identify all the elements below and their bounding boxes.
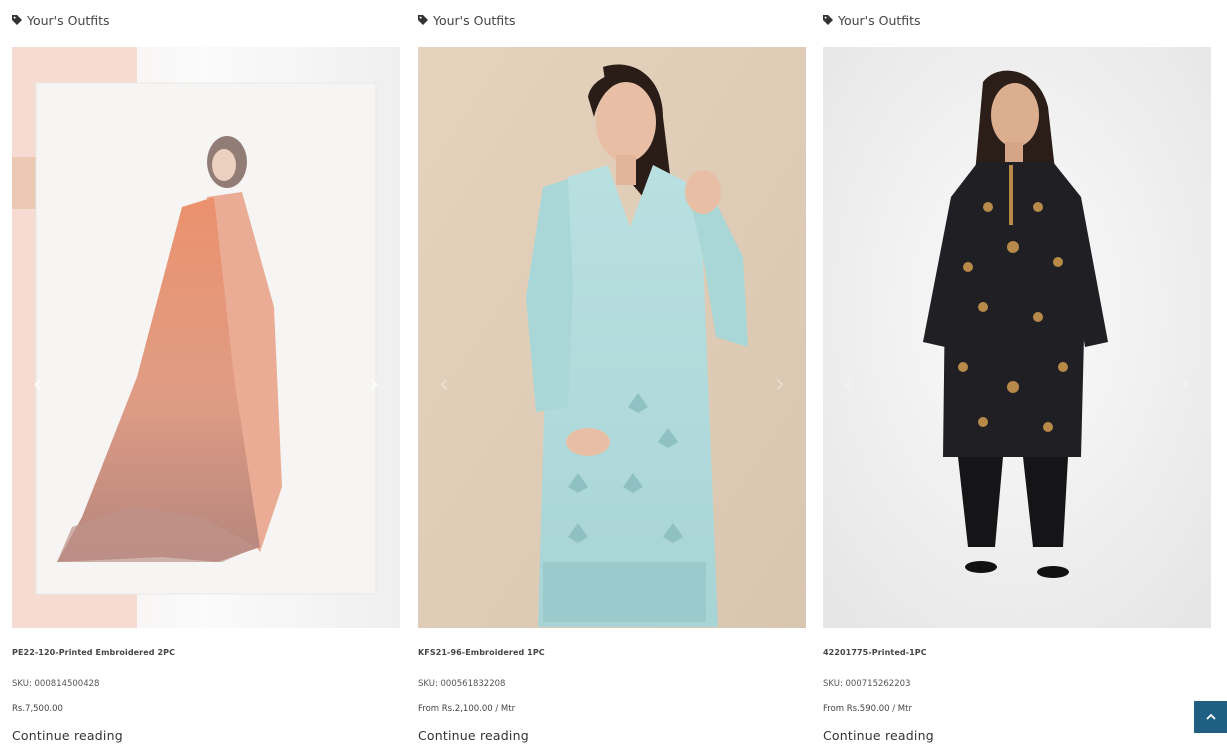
product-card: Your's Outfits <box>418 0 806 745</box>
tag-icon <box>823 15 833 25</box>
product-sku: SKU: 000561832208 <box>418 679 506 689</box>
category-label: Your's Outfits <box>433 12 516 28</box>
product-image <box>12 47 400 628</box>
chevron-left-icon[interactable]: ‹ <box>839 369 859 399</box>
product-sku: SKU: 000715262203 <box>823 679 911 689</box>
product-title[interactable]: 42201775-Printed-1PC <box>823 648 927 657</box>
product-title[interactable]: PE22-120-Printed Embroidered 2PC <box>12 648 175 657</box>
product-sku: SKU: 000814500428 <box>12 679 100 689</box>
continue-reading-link[interactable]: Continue reading <box>418 728 529 743</box>
chevron-up-icon <box>1205 713 1216 720</box>
product-card: Your's Outfits ‹ › PE22-120-Printed Embr… <box>12 0 400 745</box>
product-image <box>823 47 1211 628</box>
category-link[interactable]: Your's Outfits <box>823 11 921 29</box>
chevron-right-icon[interactable]: › <box>770 369 790 399</box>
product-image-carousel[interactable]: ‹ › <box>418 47 806 628</box>
product-image-carousel[interactable]: ‹ › <box>12 47 400 628</box>
product-price: From Rs.2,100.00 / Mtr <box>418 704 516 714</box>
tag-icon <box>418 15 428 25</box>
continue-reading-link[interactable]: Continue reading <box>823 728 934 743</box>
chevron-left-icon[interactable]: ‹ <box>28 369 48 399</box>
category-label: Your's Outfits <box>27 12 110 28</box>
chevron-left-icon[interactable]: ‹ <box>434 369 454 399</box>
back-to-top-button[interactable] <box>1194 701 1227 733</box>
product-image <box>418 47 806 628</box>
category-link[interactable]: Your's Outfits <box>418 11 516 29</box>
category-label: Your's Outfits <box>838 12 921 28</box>
product-price: Rs.7,500.00 <box>12 704 63 714</box>
product-grid: Your's Outfits ‹ › PE22-120-Printed Embr… <box>12 0 1212 745</box>
tag-icon <box>12 15 22 25</box>
product-image-carousel[interactable]: ‹ › <box>823 47 1211 628</box>
product-card: Your's Outfits <box>823 0 1211 745</box>
category-link[interactable]: Your's Outfits <box>12 11 110 29</box>
chevron-right-icon[interactable]: › <box>364 369 384 399</box>
product-title[interactable]: KFS21-96-Embroidered 1PC <box>418 648 545 657</box>
continue-reading-link[interactable]: Continue reading <box>12 728 123 743</box>
product-price: From Rs.590.00 / Mtr <box>823 704 912 714</box>
chevron-right-icon[interactable]: › <box>1175 369 1195 399</box>
